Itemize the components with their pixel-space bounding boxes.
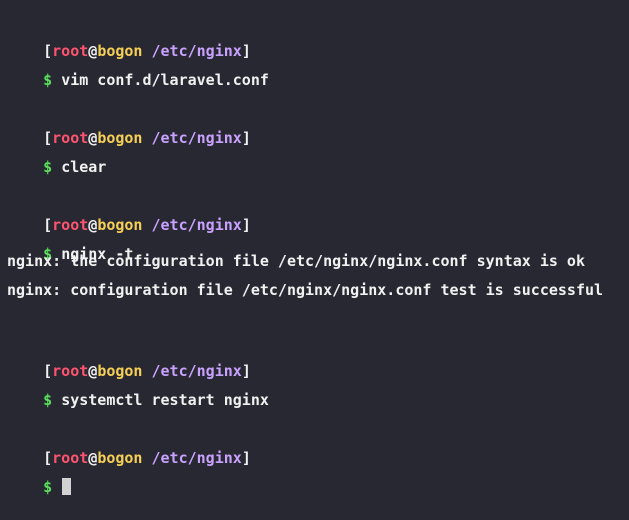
command-input-line[interactable]: $	[7, 454, 72, 496]
command-text: vim conf.d/laravel.conf	[61, 71, 269, 89]
output-line: nginx: configuration file /etc/nginx/ngi…	[7, 281, 604, 299]
command-text: clear	[61, 158, 107, 176]
prompt-path: /etc/nginx	[151, 129, 242, 147]
prompt-path: /etc/nginx	[151, 449, 242, 467]
command-text: systemctl restart nginx	[61, 391, 269, 409]
prompt-line: [root@bogon /etc/nginx]	[7, 18, 251, 60]
prompt-close-bracket: ]	[241, 216, 251, 234]
prompt-line: [root@bogon /etc/nginx]	[7, 105, 251, 147]
dollar-sign: $	[43, 71, 53, 89]
terminal-window[interactable]: [root@bogon /etc/nginx] $ vim conf.d/lar…	[0, 0, 629, 496]
command-line: $ clear	[7, 134, 106, 176]
text-cursor	[62, 478, 72, 495]
prompt-path: /etc/nginx	[151, 216, 242, 234]
prompt-line: [root@bogon /etc/nginx]	[7, 192, 251, 234]
prompt-line: [root@bogon /etc/nginx]	[7, 425, 251, 467]
prompt-host: bogon	[97, 449, 143, 467]
output-line: nginx: the configuration file /etc/nginx…	[7, 252, 585, 270]
dollar-sign: $	[43, 158, 53, 176]
prompt-line: [root@bogon /etc/nginx]	[7, 338, 251, 380]
prompt-close-bracket: ]	[241, 129, 251, 147]
command-line: $ systemctl restart nginx	[7, 367, 269, 409]
command-line: $ vim conf.d/laravel.conf	[7, 47, 269, 89]
prompt-close-bracket: ]	[241, 449, 251, 467]
command-line: $ nginx -t	[7, 221, 133, 263]
dollar-sign: $	[43, 478, 53, 496]
dollar-sign: $	[43, 391, 53, 409]
prompt-at: @	[88, 449, 98, 467]
